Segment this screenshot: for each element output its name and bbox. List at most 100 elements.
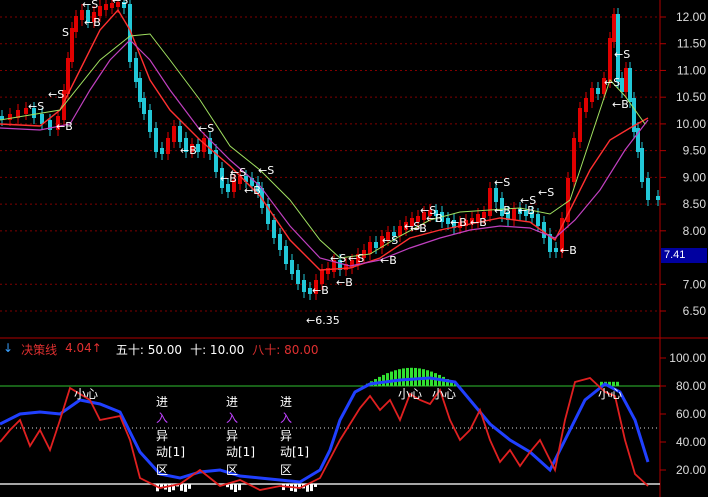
price-tick-label: 10.50 — [676, 90, 706, 104]
enter-label-2: 入 — [156, 411, 168, 425]
indicator-name[interactable]: 决策线 — [21, 341, 57, 357]
oversold-bar — [314, 484, 317, 487]
candle-body — [160, 148, 164, 154]
oversold-bar — [310, 484, 313, 492]
ma-line-green — [0, 33, 646, 259]
stock-chart[interactable]: ←S ←S←S←S←S ←S←S←S ←S←S←S←S←S←S←S←S←S←B←B←B… — [0, 0, 708, 497]
abnormal-label-2: 动[1] — [280, 445, 309, 459]
buy-signal-label: ←B — [426, 212, 443, 225]
sell-signal-label: ←S — [112, 0, 128, 7]
candle-body — [620, 78, 624, 92]
candle-body — [590, 88, 594, 102]
low-price-label: ←6.35 — [306, 314, 340, 327]
fifty-label: 五十: 50.00 — [115, 343, 183, 357]
candle-body — [154, 128, 158, 152]
price-grid — [0, 0, 708, 497]
oversold-bar — [234, 484, 237, 492]
candle-body — [646, 178, 650, 200]
caution-label: 小心 — [432, 387, 456, 401]
buy-signal-label: ←B — [494, 204, 511, 217]
price-axis: 12.00 11.50 11.00 10.50 10.00 9.50 9.00 8.50 8.0… — [660, 10, 706, 318]
overbought-bar — [382, 374, 385, 386]
candle-body — [612, 14, 616, 42]
buy-signal-label: ←B — [612, 98, 629, 111]
zone-label: 区 — [156, 463, 168, 477]
buy-signal-label: ←B — [336, 276, 353, 289]
overbought-bar — [616, 381, 619, 386]
sell-signal-label: ←S — [614, 48, 630, 61]
sell-signal-label: ←S — [28, 100, 44, 113]
enter-label-2: 入 — [280, 411, 292, 425]
price-tick-label: 10.00 — [676, 117, 706, 131]
up-arrow-icon: ↑ — [91, 341, 102, 355]
buy-signal-label: ←B — [560, 244, 577, 257]
osc-tick-label: 60.00 — [676, 407, 706, 421]
oversold-bar — [230, 484, 233, 490]
sell-signal-label: ←S — [494, 176, 510, 189]
candle-body — [172, 126, 176, 142]
enter-label-1: 进 — [280, 395, 292, 409]
buy-signal-label: ←B — [312, 284, 329, 297]
candle-body — [320, 270, 324, 284]
buy-signal-label: ←B — [450, 216, 467, 229]
candle-body — [226, 184, 230, 192]
buy-signal-label: ←B — [84, 16, 101, 29]
candle-body — [284, 246, 288, 264]
candle-body — [628, 68, 632, 102]
price-tick-label: 7.00 — [683, 277, 707, 291]
abnormal-label-2: 动[1] — [156, 445, 185, 459]
overbought-bar — [386, 373, 389, 386]
candle-body — [74, 16, 78, 32]
candle-body — [148, 110, 152, 132]
candle-body — [572, 138, 576, 182]
abnormal-label-1: 异 — [156, 429, 168, 443]
candle-body — [290, 260, 294, 274]
candle-body — [640, 148, 644, 182]
zone-label: 区 — [226, 463, 238, 477]
sell-signal-marker: S — [62, 26, 69, 39]
buy-signal-label: ←B — [220, 172, 237, 185]
buy-signal-label: ←B — [56, 120, 73, 133]
candle-body — [138, 78, 142, 102]
enter-label-2: 入 — [226, 411, 238, 425]
osc-tick-label: 100.00 — [669, 351, 706, 365]
indicator-bar: ↓ 决策线 4.04↑ 五十: 50.00 十: 10.00 八十: 80.00 — [0, 341, 319, 357]
candle-body — [296, 270, 300, 284]
candle-body — [512, 208, 516, 220]
trade-signals: ←S ←S←S←S←S ←S←S←S ←S←S←S←S←S←S←S←S←S←B←B←B… — [28, 0, 630, 327]
buy-signal-label: ←B — [410, 222, 427, 235]
osc-tick-label: 80.00 — [676, 379, 706, 393]
oversold-bar — [180, 484, 183, 491]
oversold-bar — [238, 484, 241, 491]
overbought-bar — [406, 367, 409, 386]
candle-body — [302, 280, 306, 292]
caution-label: 小心 — [598, 387, 622, 401]
candle-body — [8, 114, 12, 120]
sell-signal-label: ←S — [198, 122, 214, 135]
enter-label-1: 进 — [156, 395, 168, 409]
candle-body — [578, 108, 582, 142]
candle-body — [134, 58, 138, 82]
sell-signal-label: ←S — [82, 0, 98, 11]
ten-label: 十: 10.00 — [190, 343, 245, 357]
candle-body — [488, 188, 492, 216]
overbought-bar — [394, 370, 397, 386]
sell-signal-label: ←S — [48, 88, 64, 101]
abnormal-label-1: 异 — [226, 429, 238, 443]
sell-signal-label: ←S — [348, 252, 364, 265]
caution-label: 小心 — [398, 387, 422, 401]
down-arrow-icon: ↓ — [3, 341, 14, 355]
abnormal-label-1: 异 — [280, 429, 292, 443]
current-price-tag: 7.41 — [661, 248, 707, 263]
candle-body — [104, 4, 108, 10]
candle-body — [624, 68, 628, 92]
sell-signal-label: ←S — [538, 186, 554, 199]
abnormal-label-2: 动[1] — [226, 445, 255, 459]
buy-signal-label: ←B — [244, 184, 261, 197]
oversold-bar — [184, 484, 187, 492]
candle-body — [142, 98, 146, 114]
candle-body — [98, 6, 102, 16]
sell-signal-label: ←S — [258, 164, 274, 177]
price-tick-label: 12.00 — [676, 10, 706, 24]
price-tick-label: 6.50 — [683, 304, 707, 318]
